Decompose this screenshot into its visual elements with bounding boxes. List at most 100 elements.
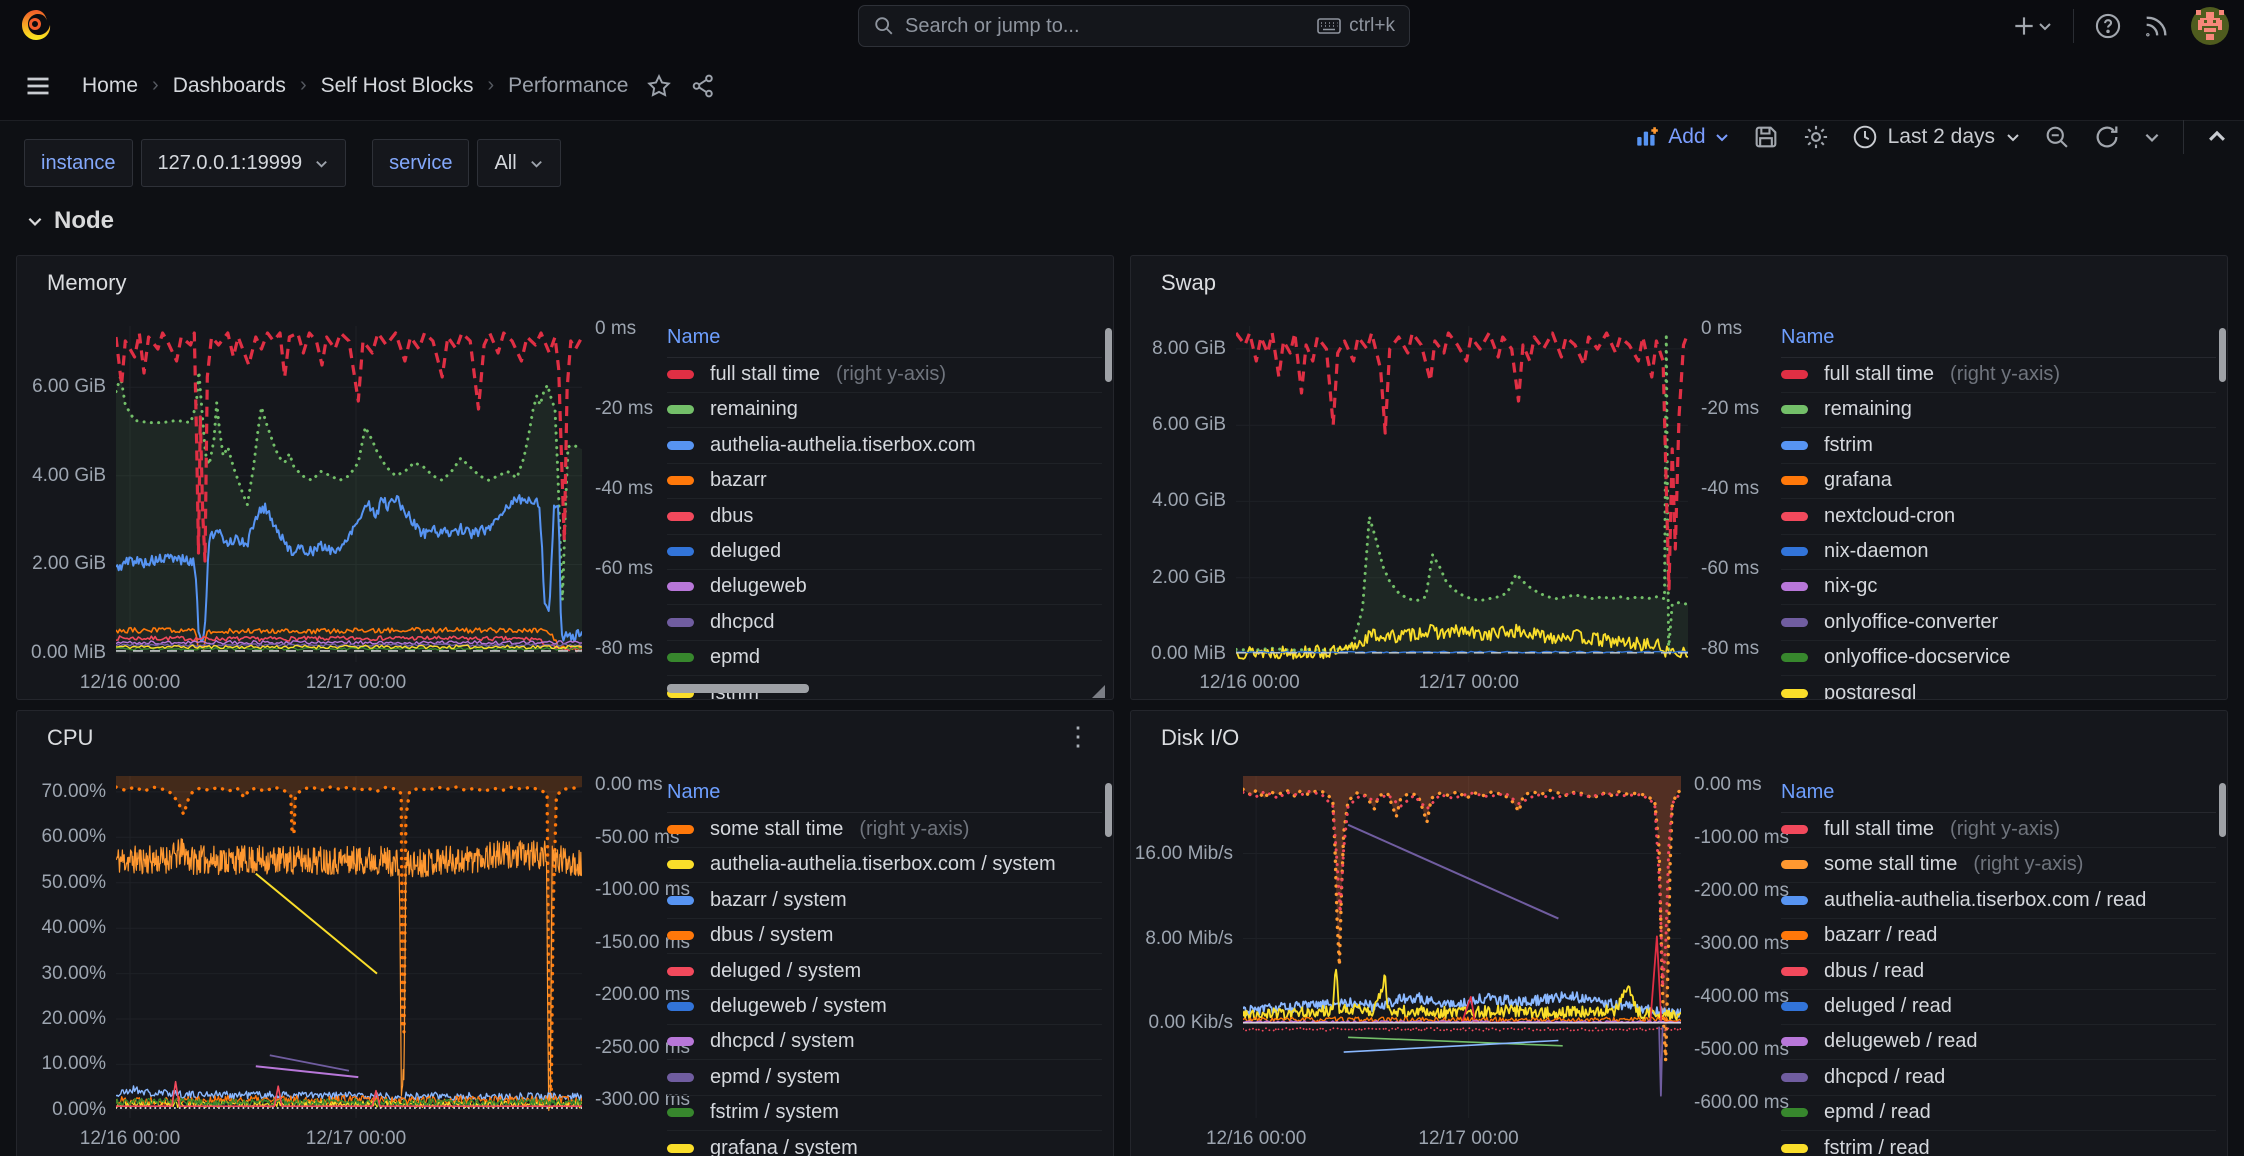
series-label: deluged / system — [710, 960, 861, 983]
legend-item[interactable]: full stall time(right y-axis) — [667, 357, 1102, 393]
legend-item[interactable]: dhcpcd / read — [1781, 1060, 2216, 1096]
chevron-down-icon — [2037, 18, 2053, 34]
share-icon[interactable] — [690, 73, 716, 99]
legend-item[interactable]: bazarr / system — [667, 883, 1102, 919]
panel-title[interactable]: CPU — [47, 725, 93, 751]
legend-header-name[interactable]: Name — [667, 326, 1102, 358]
legend-item[interactable]: remaining — [667, 392, 1102, 428]
panel-title[interactable]: Disk I/O — [1161, 725, 1239, 751]
legend-item[interactable]: dbus / read — [1781, 954, 2216, 990]
legend-item[interactable]: grafana — [1781, 463, 2216, 499]
legend-item[interactable]: authelia-authelia.tiserbox.com / system — [667, 847, 1102, 883]
legend-item[interactable]: authelia-authelia.tiserbox.com / read — [1781, 883, 2216, 919]
legend-item[interactable]: delugeweb — [667, 569, 1102, 605]
legend-resize-corner[interactable] — [1092, 685, 1105, 698]
legend-item[interactable]: fstrim / system — [667, 1095, 1102, 1131]
legend-item[interactable]: remaining — [1781, 392, 2216, 428]
legend-item[interactable]: fstrim — [1781, 428, 2216, 464]
legend-vertical-scrollbar[interactable] — [2219, 783, 2226, 837]
legend-item[interactable]: epmd / system — [667, 1060, 1102, 1096]
variable-value-dropdown[interactable]: 127.0.0.1:19999 — [141, 139, 347, 187]
collapse-toolbar-icon[interactable] — [2206, 126, 2228, 148]
legend-vertical-scrollbar[interactable] — [1105, 783, 1112, 837]
series-label: some stall time — [1824, 853, 1957, 876]
breadcrumb-item[interactable]: Home — [82, 74, 138, 98]
menu-toggle-icon[interactable] — [24, 72, 52, 100]
zoom-out-time-icon[interactable] — [2043, 123, 2071, 151]
legend-item[interactable]: dbus — [667, 499, 1102, 535]
legend-item[interactable]: deluged / system — [667, 954, 1102, 990]
series-label: dhcpcd / system — [710, 1030, 855, 1053]
dashboard-settings-icon[interactable] — [1802, 123, 1830, 151]
help-icon[interactable] — [2094, 12, 2122, 40]
refresh-icon[interactable] — [2093, 123, 2121, 151]
legend-item[interactable]: postgresql — [1781, 676, 2216, 700]
add-button[interactable]: Add — [1634, 124, 1729, 150]
add-new-button[interactable] — [2011, 13, 2053, 39]
legend-item[interactable]: dhcpcd / system — [667, 1024, 1102, 1060]
legend-item[interactable]: some stall time(right y-axis) — [1781, 847, 2216, 883]
breadcrumb-item[interactable]: Self Host Blocks — [321, 74, 474, 98]
favorite-star-icon[interactable] — [646, 73, 672, 99]
series-color-pill — [667, 582, 694, 591]
time-series-plot[interactable] — [1236, 326, 1688, 662]
panel-title[interactable]: Swap — [1161, 270, 1216, 296]
legend-item[interactable]: authelia-authelia.tiserbox.com — [667, 428, 1102, 464]
series-label-suffix: (right y-axis) — [859, 818, 969, 841]
panel-title[interactable]: Memory — [47, 270, 126, 296]
legend-item[interactable]: nix-gc — [1781, 569, 2216, 605]
legend-header-name[interactable]: Name — [1781, 781, 2216, 813]
y-axis-left-tick: 0.00 MiB — [1130, 643, 1226, 665]
legend-item[interactable]: deluged / read — [1781, 989, 2216, 1025]
legend-horizontal-scrollbar[interactable] — [667, 684, 809, 693]
time-series-plot[interactable] — [116, 326, 582, 662]
save-dashboard-icon[interactable] — [1752, 123, 1780, 151]
y-axis-left-tick: 4.00 GiB — [1130, 490, 1226, 512]
legend-item[interactable]: full stall time(right y-axis) — [1781, 357, 2216, 393]
variable-value-dropdown[interactable]: All — [477, 139, 560, 187]
legend-item[interactable]: deluged — [667, 534, 1102, 570]
variable-label[interactable]: service — [372, 139, 469, 187]
breadcrumb-separator: › — [300, 74, 307, 97]
y-axis-left-tick: 4.00 GiB — [16, 465, 106, 487]
legend-item[interactable]: delugeweb / system — [667, 989, 1102, 1025]
variable-label[interactable]: instance — [24, 139, 133, 187]
legend-item[interactable]: bazarr / read — [1781, 918, 2216, 954]
user-avatar[interactable] — [2190, 6, 2230, 46]
legend-item[interactable]: onlyoffice-docservice — [1781, 640, 2216, 676]
legend-header-name[interactable]: Name — [1781, 326, 2216, 358]
legend-item[interactable]: dbus / system — [667, 918, 1102, 954]
legend-item[interactable]: bazarr — [667, 463, 1102, 499]
row-node[interactable]: Node — [26, 207, 114, 235]
search-input[interactable]: Search or jump to... ctrl+k — [858, 5, 1410, 47]
legend-vertical-scrollbar[interactable] — [2219, 328, 2226, 382]
y-axis-right-tick: -60 ms — [1701, 558, 1759, 580]
time-series-plot[interactable] — [1243, 776, 1681, 1118]
news-rss-icon[interactable] — [2142, 12, 2170, 40]
legend-header-name[interactable]: Name — [667, 781, 1102, 813]
legend-item[interactable]: delugeweb / read — [1781, 1024, 2216, 1060]
x-axis-tick: 12/16 00:00 — [1194, 1128, 1318, 1150]
legend-item[interactable]: epmd — [667, 640, 1102, 676]
series-label: some stall time — [710, 818, 843, 841]
breadcrumb-item[interactable]: Performance — [508, 74, 628, 98]
grafana-logo-icon[interactable] — [18, 8, 54, 44]
time-range-picker[interactable]: Last 2 days — [1852, 124, 2021, 150]
legend-item[interactable]: full stall time(right y-axis) — [1781, 812, 2216, 848]
time-series-plot[interactable] — [116, 776, 582, 1118]
legend-item[interactable]: nextcloud-cron — [1781, 499, 2216, 535]
legend-item[interactable]: dhcpcd — [667, 605, 1102, 641]
legend-item[interactable]: nix-daemon — [1781, 534, 2216, 570]
legend-item[interactable]: some stall time (right y-axis) — [667, 812, 1102, 848]
series-label: dbus / system — [710, 924, 833, 947]
legend-vertical-scrollbar[interactable] — [1105, 328, 1112, 382]
legend-item[interactable]: fstrim / read — [1781, 1131, 2216, 1156]
chevron-down-icon — [1714, 129, 1730, 145]
y-axis-right-tick: -80 ms — [1701, 638, 1759, 660]
refresh-interval-dropdown[interactable] — [2143, 128, 2161, 146]
legend-item[interactable]: epmd / read — [1781, 1095, 2216, 1131]
panel-menu-icon[interactable]: ⋮ — [1065, 721, 1091, 752]
breadcrumb-item[interactable]: Dashboards — [173, 74, 286, 98]
legend-item[interactable]: onlyoffice-converter — [1781, 605, 2216, 641]
legend-item[interactable]: grafana / system — [667, 1131, 1102, 1156]
